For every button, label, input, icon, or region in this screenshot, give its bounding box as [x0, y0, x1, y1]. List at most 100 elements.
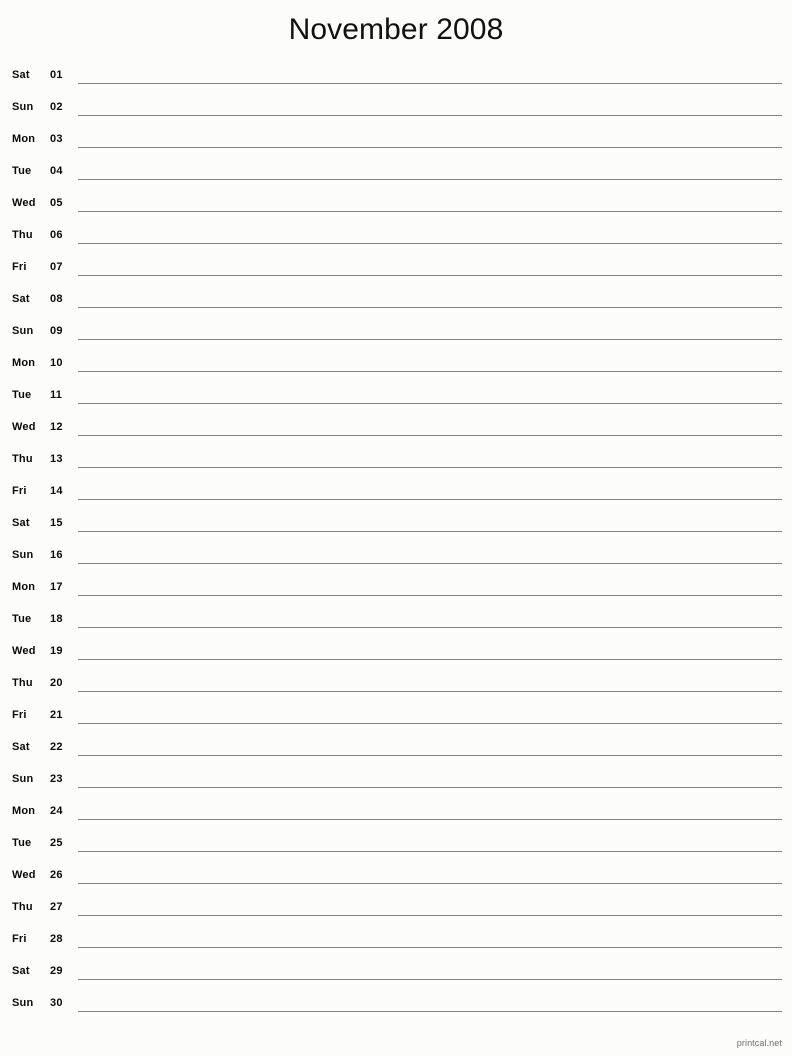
notes-writing-line[interactable] — [78, 1011, 782, 1012]
day-row[interactable]: Sat 15 — [0, 508, 792, 540]
notes-writing-line[interactable] — [78, 883, 782, 884]
notes-writing-line[interactable] — [78, 499, 782, 500]
day-row[interactable]: Mon 17 — [0, 572, 792, 604]
weekday-label: Thu — [12, 901, 33, 913]
notes-writing-line[interactable] — [78, 83, 782, 84]
day-row[interactable]: Tue 04 — [0, 156, 792, 188]
date-number: 06 — [50, 229, 63, 241]
date-number: 11 — [50, 389, 63, 401]
day-row[interactable]: Mon 24 — [0, 796, 792, 828]
weekday-label: Mon — [12, 357, 36, 369]
day-row[interactable]: Fri 07 — [0, 252, 792, 284]
date-number: 24 — [50, 805, 63, 817]
weekday-label: Mon — [12, 581, 36, 593]
notes-writing-line[interactable] — [78, 915, 782, 916]
day-row[interactable]: Wed 26 — [0, 860, 792, 892]
date-number: 10 — [50, 357, 63, 369]
notes-writing-line[interactable] — [78, 819, 782, 820]
notes-writing-line[interactable] — [78, 755, 782, 756]
day-row[interactable]: Tue 25 — [0, 828, 792, 860]
date-number: 28 — [50, 933, 63, 945]
calendar-page: November 2008 Sat 01 Sun 02 Mon 03 Tue 04 Wed 05 T… — [0, 0, 792, 1056]
weekday-label: Wed — [12, 197, 36, 209]
day-row[interactable]: Sat 29 — [0, 956, 792, 988]
notes-writing-line[interactable] — [78, 627, 782, 628]
date-number: 20 — [50, 677, 63, 689]
day-row[interactable]: Fri 21 — [0, 700, 792, 732]
notes-writing-line[interactable] — [78, 595, 782, 596]
notes-writing-line[interactable] — [78, 307, 782, 308]
weekday-label: Sun — [12, 549, 34, 561]
day-row[interactable]: Sat 01 — [0, 60, 792, 92]
weekday-label: Sun — [12, 101, 34, 113]
day-row[interactable]: Sun 30 — [0, 988, 792, 1020]
notes-writing-line[interactable] — [78, 275, 782, 276]
day-row[interactable]: Wed 05 — [0, 188, 792, 220]
day-row[interactable]: Mon 03 — [0, 124, 792, 156]
notes-writing-line[interactable] — [78, 691, 782, 692]
notes-writing-line[interactable] — [78, 435, 782, 436]
day-row[interactable]: Tue 18 — [0, 604, 792, 636]
day-row[interactable]: Sun 09 — [0, 316, 792, 348]
weekday-label: Mon — [12, 133, 36, 145]
notes-writing-line[interactable] — [78, 563, 782, 564]
notes-writing-line[interactable] — [78, 115, 782, 116]
notes-writing-line[interactable] — [78, 947, 782, 948]
day-row[interactable]: Thu 27 — [0, 892, 792, 924]
date-number: 17 — [50, 581, 63, 593]
date-number: 21 — [50, 709, 63, 721]
weekday-label: Sat — [12, 517, 30, 529]
weekday-label: Wed — [12, 421, 36, 433]
notes-writing-line[interactable] — [78, 339, 782, 340]
date-number: 01 — [50, 69, 63, 81]
day-row[interactable]: Wed 12 — [0, 412, 792, 444]
weekday-label: Tue — [12, 613, 32, 625]
weekday-label: Sun — [12, 997, 34, 1009]
notes-writing-line[interactable] — [78, 467, 782, 468]
day-row[interactable]: Fri 28 — [0, 924, 792, 956]
notes-writing-line[interactable] — [78, 787, 782, 788]
date-number: 25 — [50, 837, 63, 849]
notes-writing-line[interactable] — [78, 723, 782, 724]
day-row[interactable]: Thu 06 — [0, 220, 792, 252]
footer-attribution: printcal.net — [736, 1038, 782, 1048]
date-number: 14 — [50, 485, 63, 497]
notes-writing-line[interactable] — [78, 531, 782, 532]
weekday-label: Wed — [12, 869, 36, 881]
weekday-label: Thu — [12, 453, 33, 465]
weekday-label: Fri — [12, 709, 27, 721]
weekday-label: Mon — [12, 805, 36, 817]
day-row[interactable]: Tue 11 — [0, 380, 792, 412]
notes-writing-line[interactable] — [78, 979, 782, 980]
weekday-label: Wed — [12, 645, 36, 657]
day-row[interactable]: Sun 16 — [0, 540, 792, 572]
day-row[interactable]: Sun 02 — [0, 92, 792, 124]
date-number: 26 — [50, 869, 63, 881]
date-number: 29 — [50, 965, 63, 977]
day-row[interactable]: Thu 13 — [0, 444, 792, 476]
notes-writing-line[interactable] — [78, 851, 782, 852]
day-row[interactable]: Sat 22 — [0, 732, 792, 764]
date-number: 12 — [50, 421, 63, 433]
notes-writing-line[interactable] — [78, 403, 782, 404]
date-number: 23 — [50, 773, 63, 785]
notes-writing-line[interactable] — [78, 371, 782, 372]
notes-writing-line[interactable] — [78, 659, 782, 660]
day-row[interactable]: Thu 20 — [0, 668, 792, 700]
weekday-label: Sat — [12, 69, 30, 81]
day-row[interactable]: Wed 19 — [0, 636, 792, 668]
date-number: 30 — [50, 997, 63, 1009]
notes-writing-line[interactable] — [78, 211, 782, 212]
weekday-label: Sun — [12, 325, 34, 337]
notes-writing-line[interactable] — [78, 147, 782, 148]
day-row[interactable]: Mon 10 — [0, 348, 792, 380]
weekday-label: Sat — [12, 965, 30, 977]
day-row[interactable]: Sun 23 — [0, 764, 792, 796]
weekday-label: Tue — [12, 837, 32, 849]
date-number: 02 — [50, 101, 63, 113]
day-row[interactable]: Sat 08 — [0, 284, 792, 316]
day-row[interactable]: Fri 14 — [0, 476, 792, 508]
notes-writing-line[interactable] — [78, 243, 782, 244]
notes-writing-line[interactable] — [78, 179, 782, 180]
date-number: 18 — [50, 613, 63, 625]
